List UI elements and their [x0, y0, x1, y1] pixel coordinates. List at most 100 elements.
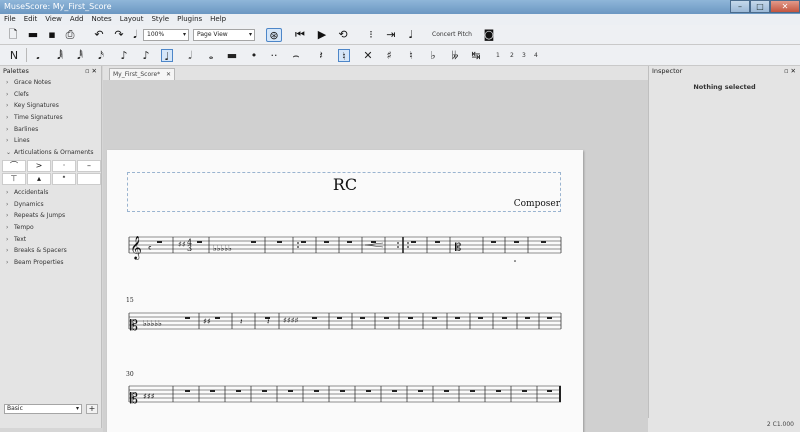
- voice-arrow-icon[interactable]: ↹: [470, 49, 482, 62]
- note-input-toolbar: N 𝅘 𝅘𝅥𝅲 𝅘𝅥𝅱 𝅘𝅥𝅯 ♪ ♪ ♩ 𝅗𝅥 𝅝 ▬ • ·· ⌢ 𝄽 ♮ …: [0, 45, 800, 66]
- repeat-playback-icon[interactable]: ⁝: [364, 28, 378, 42]
- score-page[interactable]: RC Composer 𝄞 𝄴 ♯♯ 3 4 ♭♭♭♭♭ 𝄡 𝄡 ♭♭♭♭♭ ♯…: [107, 150, 583, 432]
- workspace-combo[interactable]: Basic ▾: [4, 404, 82, 414]
- natural-icon[interactable]: ♮: [405, 49, 417, 62]
- flip-direction-icon[interactable]: ♮: [338, 49, 350, 63]
- tenuto-cell[interactable]: –: [77, 159, 101, 172]
- palette-label: Clefs: [14, 90, 29, 98]
- palette-articulations[interactable]: ⌄ Articulations & Ornaments: [0, 147, 101, 159]
- menu-layout[interactable]: Layout: [120, 14, 144, 25]
- flat-icon[interactable]: ♭: [427, 49, 439, 62]
- palette-label: Accidentals: [14, 188, 49, 196]
- palette-tempo[interactable]: › Tempo: [0, 222, 101, 234]
- inspector-title: Inspector: [652, 67, 683, 75]
- whole-note-icon[interactable]: 𝅝: [205, 49, 217, 62]
- palette-beam-properties[interactable]: › Beam Properties: [0, 257, 101, 269]
- dot-icon[interactable]: •: [248, 49, 260, 62]
- sharp-icon[interactable]: ♯: [383, 49, 395, 62]
- voice-2-button[interactable]: 2: [510, 52, 514, 59]
- panel-float-close-icon[interactable]: ▫ ✕: [784, 66, 796, 77]
- half-note-icon[interactable]: 𝅗𝅥: [184, 49, 196, 62]
- quarter-note-alt-icon[interactable]: ♪: [140, 49, 152, 62]
- menu-view[interactable]: View: [45, 14, 62, 25]
- breve-icon[interactable]: ▬: [226, 49, 238, 62]
- print-icon[interactable]: ⎙: [63, 28, 77, 42]
- pan-score-icon[interactable]: ⇥: [384, 28, 398, 42]
- palette-text[interactable]: › Text: [0, 234, 101, 246]
- double-dot-icon[interactable]: ··: [268, 49, 280, 62]
- fermata-cell[interactable]: ⌒: [2, 159, 26, 172]
- chevron-right-icon: ›: [6, 235, 9, 243]
- close-button[interactable]: ✕: [770, 0, 800, 13]
- chevron-right-icon: ›: [6, 102, 9, 110]
- view-mode-combo[interactable]: Page View ▾: [193, 29, 255, 41]
- concert-pitch-toggle[interactable]: Concert Pitch: [432, 31, 472, 38]
- loop-icon[interactable]: ⟲: [336, 28, 350, 42]
- marcato-cell[interactable]: ⊤: [2, 172, 26, 185]
- quarter-note-icon[interactable]: ♩: [161, 49, 173, 63]
- double-sharp-icon[interactable]: ✕: [362, 49, 374, 62]
- chevron-right-icon: ›: [6, 212, 9, 220]
- undo-icon[interactable]: ↶: [92, 28, 106, 42]
- palette-barlines[interactable]: › Barlines: [0, 124, 101, 136]
- chevron-down-icon: ▾: [248, 31, 252, 38]
- open-folder-icon[interactable]: ▬: [26, 28, 40, 42]
- double-flat-icon[interactable]: 𝄫: [449, 49, 461, 62]
- menu-help[interactable]: Help: [210, 14, 226, 25]
- camera-icon[interactable]: ◙: [482, 28, 496, 42]
- staccato-cell[interactable]: ·: [52, 159, 76, 172]
- chevron-right-icon: ›: [6, 125, 9, 133]
- voice-3-button[interactable]: 3: [522, 52, 526, 59]
- palette-label: Breaks & Spacers: [14, 247, 67, 255]
- maximize-button[interactable]: □: [750, 0, 770, 13]
- minimize-button[interactable]: –: [730, 0, 750, 13]
- mordent-cell[interactable]: 𝆯: [52, 172, 76, 185]
- rest-icon[interactable]: 𝄽: [315, 49, 327, 62]
- voice-4-button[interactable]: 4: [534, 52, 538, 59]
- menu-plugins[interactable]: Plugins: [177, 14, 202, 25]
- menu-bar: File Edit View Add Notes Layout Style Pl…: [0, 14, 800, 25]
- palette-grace-notes[interactable]: › Grace Notes: [0, 77, 101, 89]
- palette-time-signatures[interactable]: › Time Signatures: [0, 112, 101, 124]
- sixteenth-note-icon[interactable]: 𝅘𝅥𝅯: [95, 49, 107, 62]
- stray-dot: [514, 260, 516, 262]
- menu-notes[interactable]: Notes: [91, 14, 111, 25]
- menu-edit[interactable]: Edit: [24, 14, 38, 25]
- palette-accidentals[interactable]: › Accidentals: [0, 187, 101, 199]
- accent-cell[interactable]: >: [27, 159, 51, 172]
- palette-repeats-jumps[interactable]: › Repeats & Jumps: [0, 210, 101, 222]
- palette-dynamics[interactable]: › Dynamics: [0, 199, 101, 211]
- score-canvas[interactable]: RC Composer 𝄞 𝄴 ♯♯ 3 4 ♭♭♭♭♭ 𝄡 𝄡 ♭♭♭♭♭ ♯…: [103, 80, 648, 432]
- palette-key-signatures[interactable]: › Key Signatures: [0, 100, 101, 112]
- note-input-icon[interactable]: 𝅘𝅥: [128, 28, 142, 42]
- rewind-icon[interactable]: ⏮: [293, 28, 307, 42]
- voice-1-button[interactable]: 1: [496, 52, 500, 59]
- grace-note-icon[interactable]: 𝅘: [32, 49, 44, 62]
- new-score-icon[interactable]: 🗋: [6, 28, 20, 42]
- score-tab[interactable]: My_First_Score* ✕: [109, 68, 175, 80]
- tie-icon[interactable]: ⌢: [290, 49, 302, 62]
- add-workspace-button[interactable]: +: [86, 404, 98, 414]
- menu-add[interactable]: Add: [70, 14, 84, 25]
- eighth-note-icon[interactable]: ♪: [118, 49, 130, 62]
- palette-label: Text: [14, 235, 27, 243]
- save-icon[interactable]: ▪: [45, 28, 59, 42]
- playback-config-icon[interactable]: ⊛: [266, 28, 282, 42]
- chevron-right-icon: ›: [6, 90, 9, 98]
- note-input-mode-icon[interactable]: N: [8, 49, 20, 62]
- palette-breaks-spacers[interactable]: › Breaks & Spacers: [0, 245, 101, 257]
- palette-label: Barlines: [14, 125, 39, 133]
- menu-style[interactable]: Style: [151, 14, 169, 25]
- zoom-combo[interactable]: 100% ▾: [143, 29, 189, 41]
- thirtysecond-note-icon[interactable]: 𝅘𝅥𝅱: [74, 49, 86, 62]
- redo-icon[interactable]: ↷: [112, 28, 126, 42]
- palette-clefs[interactable]: › Clefs: [0, 89, 101, 101]
- menu-file[interactable]: File: [4, 14, 16, 25]
- play-icon[interactable]: ▶: [315, 28, 329, 42]
- sixtyfourth-note-icon[interactable]: 𝅘𝅥𝅲: [54, 49, 66, 62]
- metronome-icon[interactable]: ♩: [404, 28, 418, 42]
- palette-lines[interactable]: › Lines: [0, 135, 101, 147]
- staccatissimo-cell[interactable]: ▴: [27, 172, 51, 185]
- close-tab-icon[interactable]: ✕: [166, 69, 171, 80]
- panel-float-close-icon[interactable]: ▫ ✕: [85, 66, 97, 77]
